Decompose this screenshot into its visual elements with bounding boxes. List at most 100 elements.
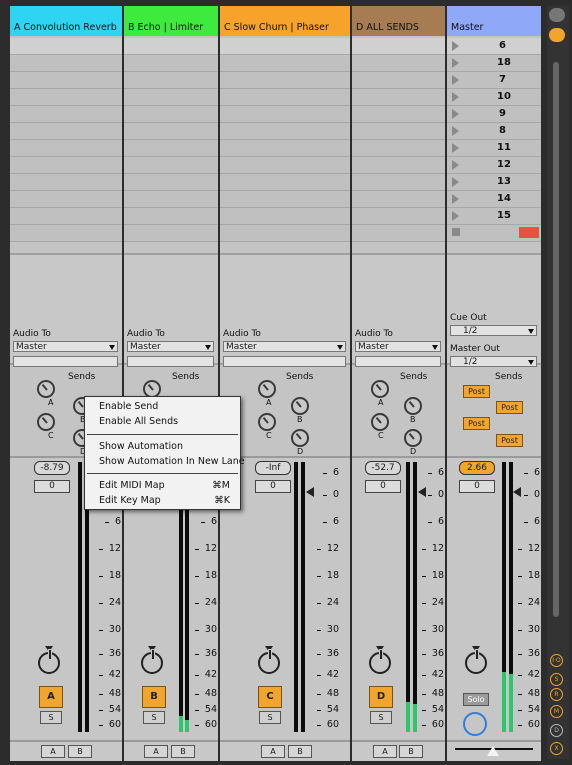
clip-slot[interactable] [10,106,122,123]
pan-value[interactable]: 0 [34,480,70,493]
clip-slot[interactable] [352,191,445,208]
clip-slot[interactable] [220,55,350,72]
scene-row[interactable]: 13 [447,174,541,191]
solo-button[interactable]: S [370,711,392,724]
send-knob-d[interactable] [291,429,309,447]
show-io-button[interactable]: I·O [550,654,563,667]
audio-to-select[interactable]: Master [223,341,346,352]
send-knob-c[interactable] [37,413,55,431]
pan-value[interactable]: 0 [255,480,291,493]
track-activator-button[interactable]: B [142,686,166,708]
volume-fader-arrow-icon[interactable] [306,487,314,497]
clip-slot[interactable] [352,208,445,225]
send-knob-c[interactable] [371,413,389,431]
crossfade-b-button[interactable]: B [288,745,312,758]
io-toggle-icon[interactable] [549,28,565,42]
clip-slot[interactable] [352,89,445,106]
post-button[interactable]: Post [496,401,523,414]
scene-row[interactable]: 15 [447,208,541,225]
clip-slot[interactable] [10,55,122,72]
clip-slot[interactable] [220,157,350,174]
clip-slot[interactable] [352,225,445,242]
send-knob-c[interactable] [258,413,276,431]
solo-button[interactable]: S [259,711,281,724]
crossfade-b-button[interactable]: B [68,745,92,758]
scene-launch-icon[interactable] [452,92,459,102]
scene-launch-icon[interactable] [452,126,459,136]
pan-value[interactable]: 0 [365,480,401,493]
audio-to-select[interactable]: Master [355,341,441,352]
clip-slot[interactable] [220,225,350,242]
clip-slot[interactable] [220,123,350,140]
track-c-title[interactable]: C Slow Churn | Phaser [220,6,350,36]
menu-item-enable-send[interactable]: Enable Send [99,401,158,412]
clip-slot[interactable] [10,38,122,55]
clip-slot[interactable] [352,55,445,72]
clip-slot[interactable] [124,208,218,225]
clip-slot[interactable] [10,89,122,106]
track-a-title[interactable]: A Convolution Reverb [10,6,122,36]
audio-to-select[interactable]: Master [127,341,214,352]
clip-slot[interactable] [352,72,445,89]
clip-slot[interactable] [124,174,218,191]
clip-slot[interactable] [10,225,122,242]
clip-slot[interactable] [352,38,445,55]
scene-launch-icon[interactable] [452,75,459,85]
scene-launch-icon[interactable] [452,109,459,119]
clip-slot[interactable] [124,55,218,72]
clip-slot[interactable] [220,140,350,157]
clip-slot[interactable] [10,174,122,191]
crossfader-handle[interactable] [487,746,499,756]
audio-to-select[interactable]: Master [13,341,118,352]
clip-slot[interactable] [352,174,445,191]
clip-slot[interactable] [124,106,218,123]
send-knob-d[interactable] [404,429,422,447]
clip-slot[interactable] [220,72,350,89]
show-returns-button[interactable]: R [550,688,563,701]
stop-all-clips-button[interactable] [519,227,539,238]
crossfade-a-button[interactable]: A [261,745,285,758]
cue-volume-knob[interactable] [463,712,487,736]
menu-item-edit-midi-map[interactable]: Edit MIDI Map [99,480,165,491]
track-activator-power-icon[interactable] [258,649,280,674]
track-d-title[interactable]: D ALL SENDS [352,6,445,36]
clip-slot[interactable] [352,157,445,174]
show-sends-button[interactable]: S [550,673,563,686]
show-mixer-button[interactable]: M [550,705,563,718]
volume-value[interactable]: -8.79 [34,461,70,475]
clip-slot[interactable] [124,123,218,140]
scene-row[interactable]: 6 [447,38,541,55]
clip-slot[interactable] [10,157,122,174]
send-knob-b[interactable] [291,397,309,415]
scene-launch-icon[interactable] [452,211,459,221]
clip-slot[interactable] [220,174,350,191]
clip-slot[interactable] [124,72,218,89]
scene-row[interactable]: 18 [447,55,541,72]
crossfade-b-button[interactable]: B [399,745,423,758]
scene-row[interactable]: 11 [447,140,541,157]
audio-to-channel-box[interactable] [127,356,214,367]
menu-item-edit-key-map[interactable]: Edit Key Map [99,495,161,506]
stop-all-clips-icon[interactable] [452,228,460,236]
scene-row[interactable]: 12 [447,157,541,174]
send-knob-a[interactable] [258,380,276,398]
solo-button[interactable]: S [40,711,62,724]
scene-row[interactable]: 10 [447,89,541,106]
clip-slot[interactable] [124,225,218,242]
clip-slot[interactable] [10,208,122,225]
scene-launch-icon[interactable] [452,160,459,170]
clip-slot[interactable] [10,140,122,157]
scene-launch-icon[interactable] [452,177,459,187]
track-activator-button[interactable]: D [369,686,393,708]
crossfade-b-button[interactable]: B [171,745,195,758]
menu-icon[interactable] [549,8,565,22]
clip-slot[interactable] [220,106,350,123]
track-activator-button[interactable]: A [39,686,63,708]
menu-item-show-automation[interactable]: Show Automation [99,441,183,452]
clip-slot[interactable] [352,123,445,140]
send-knob-b[interactable] [404,397,422,415]
master-pan-value[interactable]: 0 [459,480,495,493]
clip-slot[interactable] [220,89,350,106]
volume-value[interactable]: -52.7 [365,461,401,475]
track-b-title[interactable]: B Echo | Limiter [124,6,218,36]
